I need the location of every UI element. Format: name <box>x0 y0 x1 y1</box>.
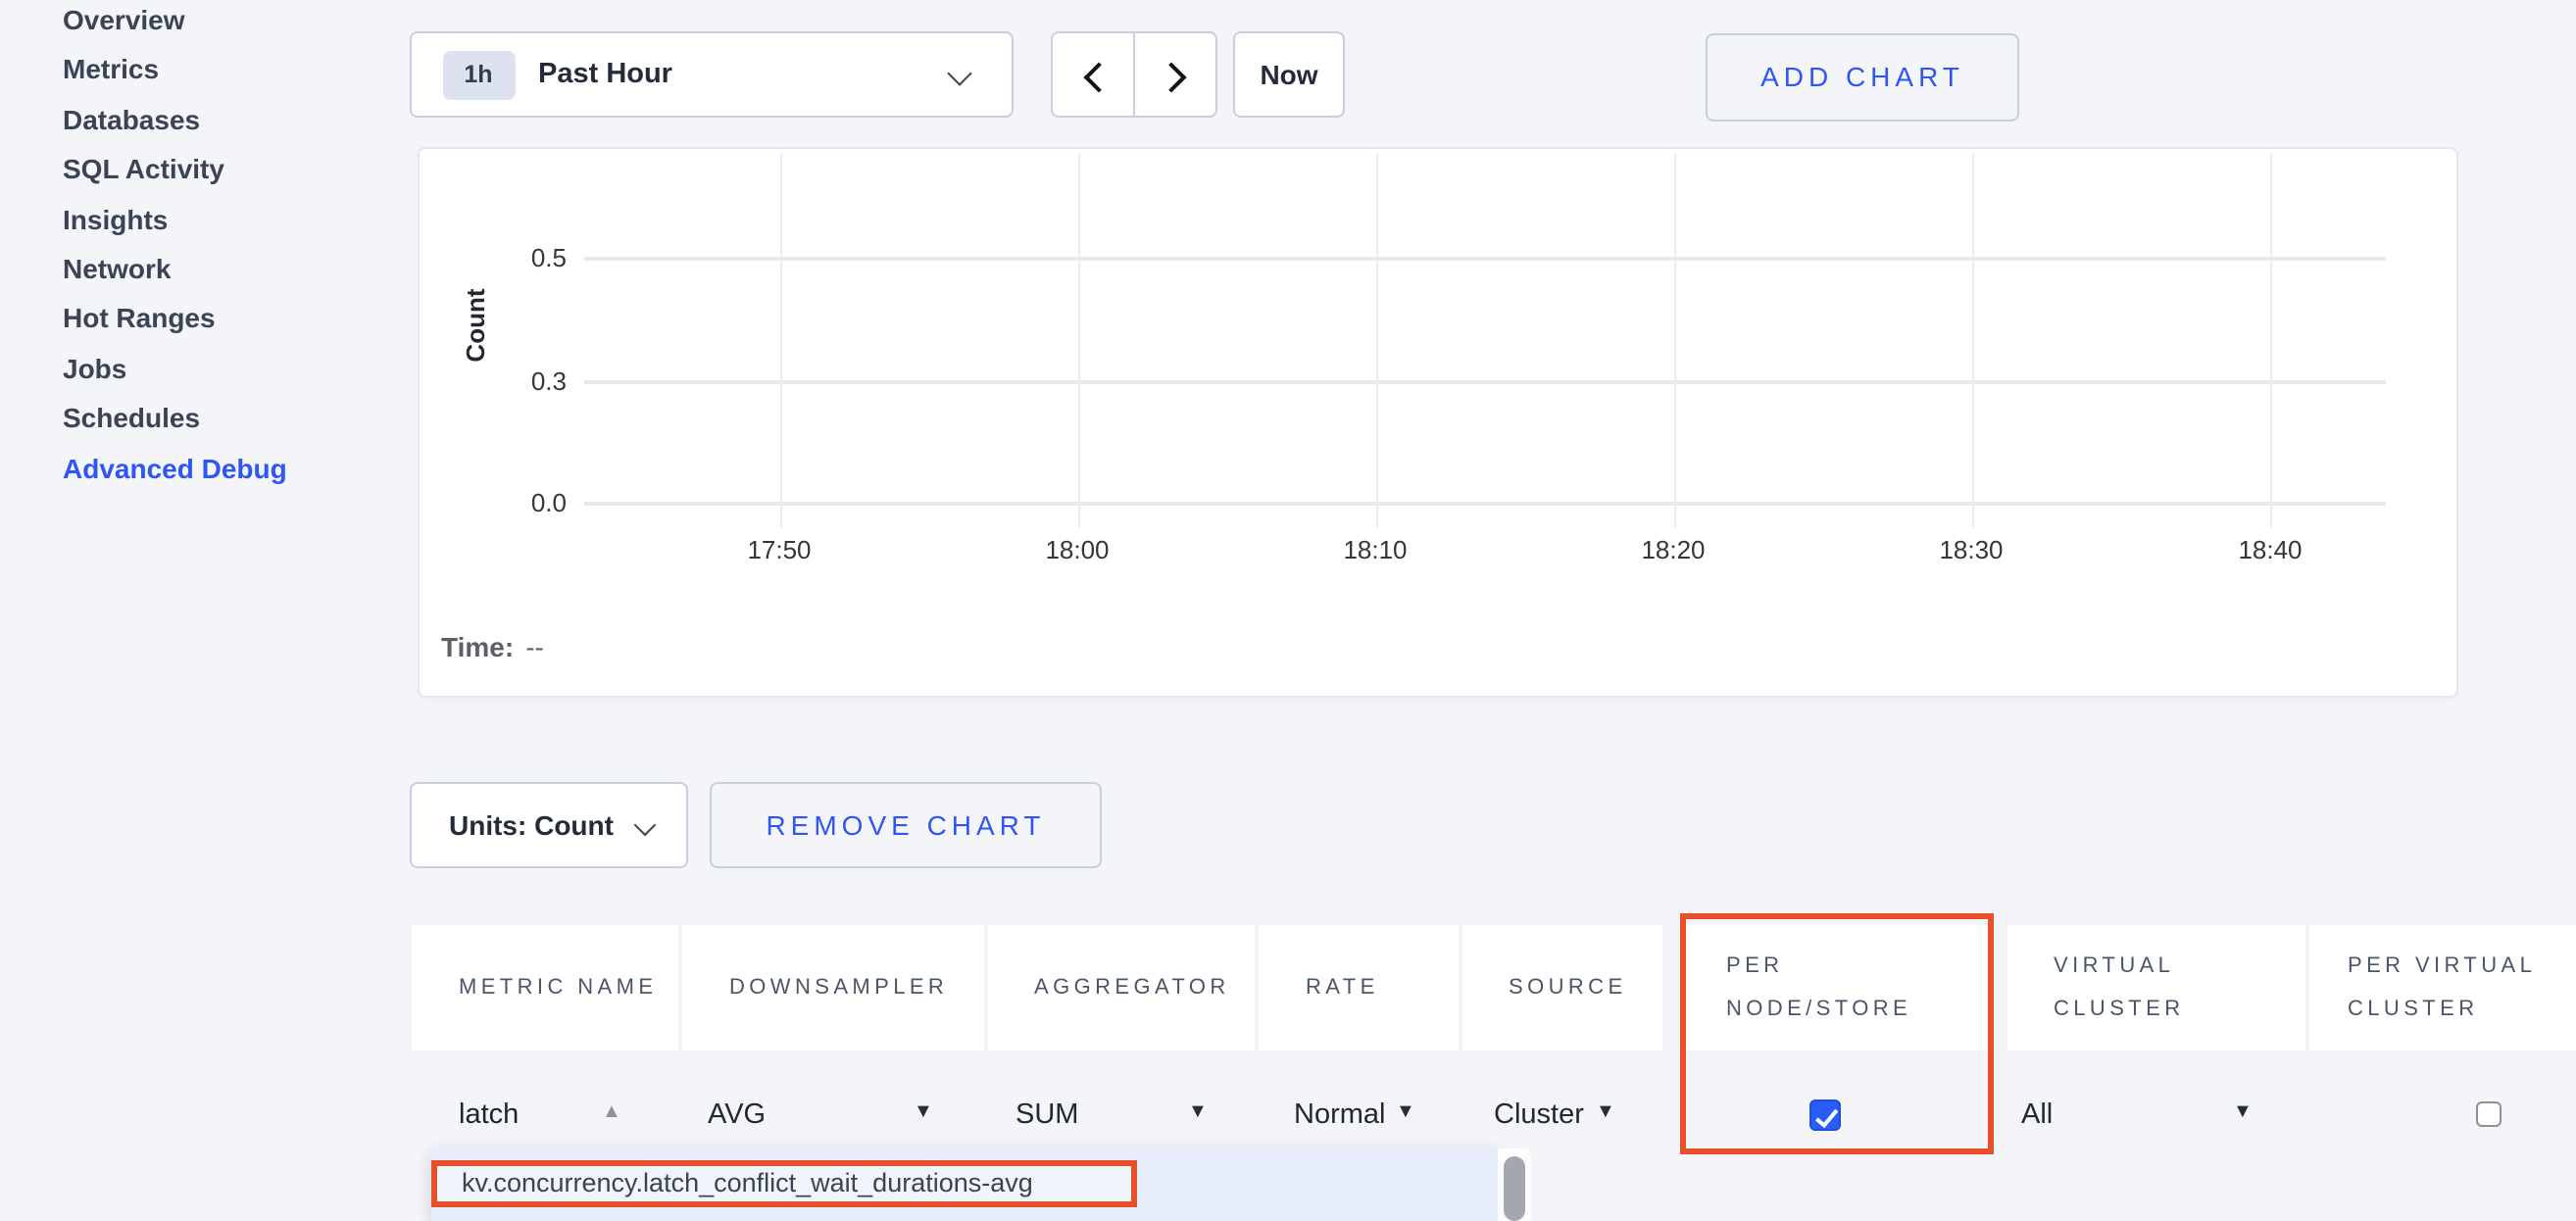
sidebar-item-sql-activity[interactable]: SQL Activity <box>0 145 406 195</box>
caret-down-icon[interactable]: ▼ <box>1396 1101 1415 1123</box>
caret-down-icon[interactable]: ▼ <box>2233 1101 2253 1123</box>
chart-plot-area[interactable] <box>584 153 2386 527</box>
gridline-vertical <box>1673 153 1675 527</box>
y-tick-0.5: 0.5 <box>478 243 567 272</box>
gridline-horizontal <box>584 502 2386 506</box>
caret-up-icon[interactable]: ▲ <box>602 1101 621 1123</box>
annotation-rectangle-per-node-store <box>1679 913 1994 1154</box>
next-timespan-button[interactable] <box>1132 33 1214 116</box>
col-header-aggregator: AGGREGATOR <box>987 924 1255 1050</box>
remove-chart-button[interactable]: REMOVE CHART <box>710 782 1102 867</box>
metric-suggestion-item[interactable]: kv.concurrency.latch_conflict_wait_durat… <box>430 1159 1136 1207</box>
caret-down-icon[interactable]: ▼ <box>1188 1101 1208 1123</box>
col-header-source: SOURCE <box>1461 924 1662 1050</box>
sidebar-item-metrics[interactable]: Metrics <box>0 46 406 96</box>
col-header-downsampler: DOWNSAMPLER <box>682 924 983 1050</box>
chevron-right-icon <box>1155 62 1185 92</box>
sidebar-item-network[interactable]: Network <box>0 245 406 295</box>
caret-down-icon[interactable]: ▼ <box>1596 1101 1615 1123</box>
dropdown-scrollbar-thumb[interactable] <box>1503 1156 1525 1221</box>
col-header-virtual-cluster: VIRTUAL CLUSTER <box>2006 924 2304 1050</box>
sidebar-item-overview[interactable]: Overview <box>0 0 406 46</box>
aggregator-select[interactable]: SUM <box>1016 1099 1078 1131</box>
time-value: -- <box>525 631 544 662</box>
add-chart-button[interactable]: ADD CHART <box>1706 32 2019 121</box>
sidebar-item-jobs[interactable]: Jobs <box>0 344 406 394</box>
gridline-horizontal <box>584 379 2386 383</box>
sidebar-item-advanced-debug[interactable]: Advanced Debug <box>0 444 406 494</box>
x-tick-1810: 18:10 <box>1267 535 1483 564</box>
chevron-left-icon <box>1082 62 1113 92</box>
sidebar-item-hot-ranges[interactable]: Hot Ranges <box>0 295 406 345</box>
downsampler-select[interactable]: AVG <box>708 1099 766 1131</box>
units-dropdown[interactable]: Units: Count <box>410 782 687 867</box>
timescale-dropdown[interactable]: 1h Past Hour <box>409 31 1013 118</box>
chevron-down-icon <box>946 61 970 85</box>
sidebar-item-insights[interactable]: Insights <box>0 195 406 245</box>
metric-suggestion-label: kv.concurrency.latch_conflict_wait_durat… <box>436 1169 1033 1198</box>
timescale-badge: 1h <box>442 50 515 99</box>
units-dropdown-label: Units: Count <box>449 809 614 841</box>
sidebar: Overview Metrics Databases SQL Activity … <box>0 0 406 494</box>
x-tick-1750: 17:50 <box>671 535 887 564</box>
col-header-per-virtual-cluster: PER VIRTUAL CLUSTER <box>2308 924 2576 1050</box>
metric-name-input[interactable] <box>459 1099 588 1131</box>
timescale-label: Past Hour <box>538 59 672 90</box>
source-select[interactable]: Cluster <box>1494 1099 1584 1131</box>
sidebar-item-schedules[interactable]: Schedules <box>0 394 406 444</box>
y-axis-label: Count <box>461 270 492 380</box>
y-tick-0.3: 0.3 <box>478 366 567 395</box>
timescale-step-buttons <box>1050 31 1216 118</box>
hover-time-readout: Time: -- <box>441 631 544 662</box>
gridline-vertical <box>2270 153 2272 527</box>
x-tick-1840: 18:40 <box>2162 535 2378 564</box>
advanced-debug-custom-chart-page: Overview Metrics Databases SQL Activity … <box>0 0 2576 1221</box>
x-tick-1830: 18:30 <box>1863 535 2079 564</box>
per-virtual-cluster-checkbox[interactable] <box>2475 1100 2502 1127</box>
gridline-vertical <box>1971 153 1973 527</box>
gridline-vertical <box>779 153 781 527</box>
x-tick-1820: 18:20 <box>1565 535 1781 564</box>
gridline-horizontal <box>584 257 2386 261</box>
time-label: Time: <box>441 631 514 662</box>
now-button[interactable]: Now <box>1233 31 1345 118</box>
col-header-rate: RATE <box>1259 924 1459 1050</box>
x-tick-1800: 18:00 <box>969 535 1185 564</box>
rate-select[interactable]: Normal <box>1294 1099 1385 1131</box>
y-tick-0.0: 0.0 <box>478 488 567 517</box>
caret-down-icon[interactable]: ▼ <box>914 1101 933 1123</box>
col-header-metric-name: METRIC NAME <box>412 924 678 1050</box>
metric-name-combobox[interactable] <box>459 1098 588 1133</box>
previous-timespan-button[interactable] <box>1052 33 1132 116</box>
virtual-cluster-select[interactable]: All <box>2021 1099 2053 1131</box>
custom-chart-card: Count 0.5 0.3 0.0 17:50 18:00 18:10 18:2… <box>418 147 2458 698</box>
sidebar-item-databases[interactable]: Databases <box>0 96 406 146</box>
gridline-vertical <box>1077 153 1079 527</box>
gridline-vertical <box>1375 153 1377 527</box>
chevron-down-icon <box>633 814 656 837</box>
